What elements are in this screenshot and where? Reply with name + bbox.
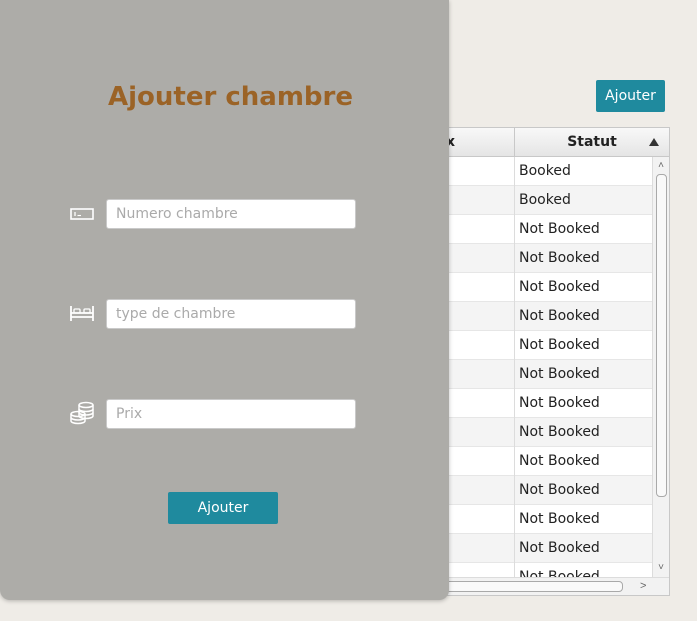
table-body: Booked Booked Not Booked Not Booked Not Book…	[431, 157, 652, 577]
table-row[interactable]: Not Booked	[431, 331, 652, 360]
cell-statut: Not Booked	[519, 279, 600, 295]
column-header-statut-label: Statut	[567, 134, 617, 150]
coins-icon	[69, 401, 95, 425]
cell-statut: Not Booked	[519, 453, 600, 469]
submit-add-room-button[interactable]: Ajouter	[168, 492, 278, 524]
cell-statut: Not Booked	[519, 569, 600, 577]
cell-statut: Not Booked	[519, 366, 600, 382]
cell-statut: Not Booked	[519, 221, 600, 237]
vertical-scroll-thumb[interactable]	[656, 174, 667, 497]
table-row[interactable]: Not Booked	[431, 244, 652, 273]
scroll-right-icon[interactable]: ˃	[640, 580, 646, 592]
table-header: x Statut	[431, 128, 669, 157]
table-row[interactable]: Not Booked	[431, 273, 652, 302]
room-number-field[interactable]	[106, 199, 356, 229]
table-row[interactable]: Not Booked	[431, 505, 652, 534]
add-room-button[interactable]: Ajouter	[596, 80, 665, 112]
cell-statut: Not Booked	[519, 482, 600, 498]
cell-statut: Not Booked	[519, 395, 600, 411]
room-type-field[interactable]	[106, 299, 356, 329]
add-room-dialog: Ajouter chambre Numero chambre type de c…	[0, 0, 449, 600]
table-row[interactable]: Not Booked	[431, 534, 652, 563]
horizontal-scroll-thumb[interactable]	[433, 581, 623, 592]
cell-statut: Booked	[519, 192, 571, 208]
rooms-table: x Statut Booked Booked Not Booked Not Booke…	[430, 127, 670, 596]
table-row[interactable]: Not Booked	[431, 563, 652, 577]
cell-statut: Not Booked	[519, 308, 600, 324]
scroll-down-icon[interactable]: ˅	[656, 563, 666, 573]
table-row[interactable]: Booked	[431, 186, 652, 215]
dialog-title: Ajouter chambre	[108, 82, 353, 112]
cell-statut: Not Booked	[519, 511, 600, 527]
scroll-up-icon[interactable]: ˄	[656, 161, 666, 171]
table-row[interactable]: Not Booked	[431, 476, 652, 505]
cell-statut: Not Booked	[519, 540, 600, 556]
table-row[interactable]: Not Booked	[431, 447, 652, 476]
table-row[interactable]: Not Booked	[431, 215, 652, 244]
table-row[interactable]: Not Booked	[431, 360, 652, 389]
ticket-icon	[69, 203, 95, 225]
vertical-scrollbar[interactable]: ˄ ˅	[652, 157, 669, 577]
horizontal-scrollbar[interactable]: ˃	[431, 577, 669, 595]
cell-statut: Not Booked	[519, 424, 600, 440]
table-row[interactable]: Not Booked	[431, 418, 652, 447]
table-row[interactable]: Not Booked	[431, 389, 652, 418]
table-row[interactable]: Booked	[431, 157, 652, 186]
bed-icon	[69, 302, 95, 324]
cell-statut: Not Booked	[519, 250, 600, 266]
table-row[interactable]: Not Booked	[431, 302, 652, 331]
sort-ascending-icon	[649, 138, 659, 146]
price-field[interactable]	[106, 399, 356, 429]
column-header-statut[interactable]: Statut	[515, 128, 669, 157]
cell-statut: Not Booked	[519, 337, 600, 353]
cell-statut: Booked	[519, 163, 571, 179]
